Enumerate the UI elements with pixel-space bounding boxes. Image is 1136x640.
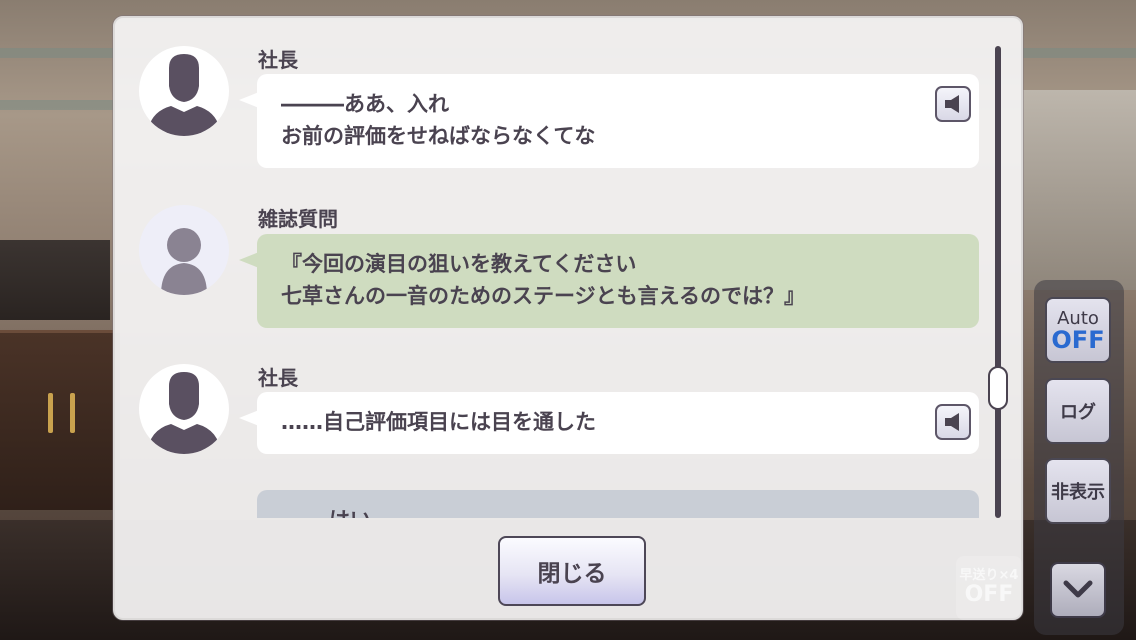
fast-forward-label: 早送り×4 <box>959 568 1019 583</box>
background-trophy-shelf <box>0 240 110 320</box>
message-line: お前の評価をせねばならなくてな <box>281 124 596 148</box>
close-button[interactable]: 閉じる <box>498 536 646 606</box>
scrollbar-thumb[interactable] <box>988 366 1008 410</box>
message-line: 七草さんの一音のためのステージとも言えるのでは？』 <box>281 284 805 308</box>
message-line: はい <box>329 504 955 518</box>
avatar <box>139 364 229 454</box>
speaker-icon <box>945 413 959 431</box>
voice-replay-button[interactable] <box>935 86 971 122</box>
silhouette-person-icon <box>161 228 207 295</box>
cabinet-handle <box>48 393 53 433</box>
speaker-name: 社長 <box>258 366 298 390</box>
log-panel: 社長 ―――ああ、入れ お前の評価をせねばならなくてな 雑誌質問 『今回の演目の… <box>113 16 1023 620</box>
message-bubble: 『今回の演目の狙いを教えてください 七草さんの一音のためのステージとも言えるので… <box>239 234 979 328</box>
message-line: ―――ああ、入れ <box>281 92 449 116</box>
silhouette-man-icon <box>147 372 221 454</box>
message-bubble: ―――ああ、入れ お前の評価をせねばならなくてな <box>239 74 979 168</box>
hide-button[interactable]: 非表示 <box>1045 458 1111 524</box>
message-line: ……自己評価項目には目を通した <box>281 410 596 434</box>
log-button[interactable]: ログ <box>1045 378 1111 444</box>
scroll-down-button[interactable] <box>1050 562 1106 618</box>
avatar <box>139 205 229 295</box>
auto-label: Auto <box>1057 307 1099 329</box>
log-button-label: ログ <box>1060 402 1096 423</box>
auto-state: OFF <box>1051 325 1105 354</box>
message-bubble: ……自己評価項目には目を通した <box>239 392 979 454</box>
chevron-down-icon <box>1063 580 1093 598</box>
silhouette-man-icon <box>147 54 221 136</box>
background-window <box>1022 90 1136 290</box>
hide-button-label: 非表示 <box>1051 482 1105 503</box>
background-cabinet <box>0 330 120 510</box>
auto-button[interactable]: Auto OFF <box>1045 297 1111 363</box>
speaker-icon <box>945 95 959 113</box>
log-list[interactable]: 社長 ―――ああ、入れ お前の評価をせねばならなくてな 雑誌質問 『今回の演目の… <box>115 18 1005 518</box>
voice-replay-button[interactable] <box>935 404 971 440</box>
avatar <box>139 46 229 136</box>
scrollbar-track[interactable] <box>995 46 1001 518</box>
fast-forward-state: OFF <box>964 582 1014 607</box>
speaker-name: 雑誌質問 <box>258 207 338 231</box>
choice-bubble: はい <box>257 490 979 518</box>
speaker-name: 社長 <box>258 48 298 72</box>
message-line: 『今回の演目の狙いを教えてください <box>281 252 637 276</box>
fast-forward-button[interactable]: 早送り×4 OFF <box>956 556 1022 620</box>
cabinet-handle <box>70 393 75 433</box>
